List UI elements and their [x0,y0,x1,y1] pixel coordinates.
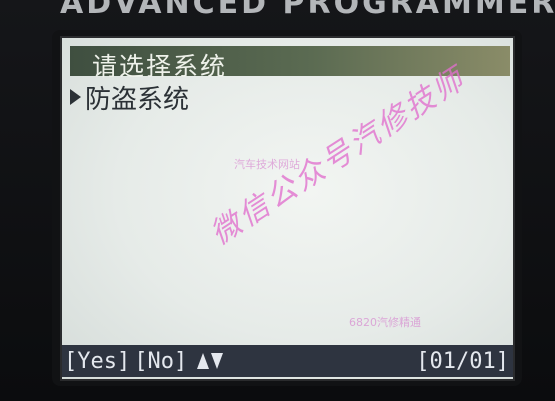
page-indicator: [01/01] [416,348,509,374]
arrow-up-icon[interactable] [197,353,210,369]
yes-button[interactable]: [Yes] [62,349,132,374]
menu-item-label: 防盗系统 [85,84,190,115]
lcd-screen: 请选择系统 防盗系统 [Yes] [No] [01/01] 汽车技术网站 682… [60,36,515,381]
footer-bar: [Yes] [No] [01/01] [62,345,513,377]
device-photo: ADVANCED PROGRAMMER 请选择系统 防盗系统 [Yes] [No… [0,0,555,401]
device-brand-text: ADVANCED PROGRAMMER [60,0,555,21]
watermark-small: 6820汽修精通 [349,316,421,329]
scroll-arrows[interactable] [197,353,224,369]
no-button[interactable]: [No] [132,349,189,374]
arrow-down-icon[interactable] [211,353,224,369]
menu-item-anti-theft-system[interactable]: 防盗系统 [70,80,190,115]
watermark: 微信公众号汽修技师 [204,60,473,253]
selection-pointer-icon [70,89,81,105]
